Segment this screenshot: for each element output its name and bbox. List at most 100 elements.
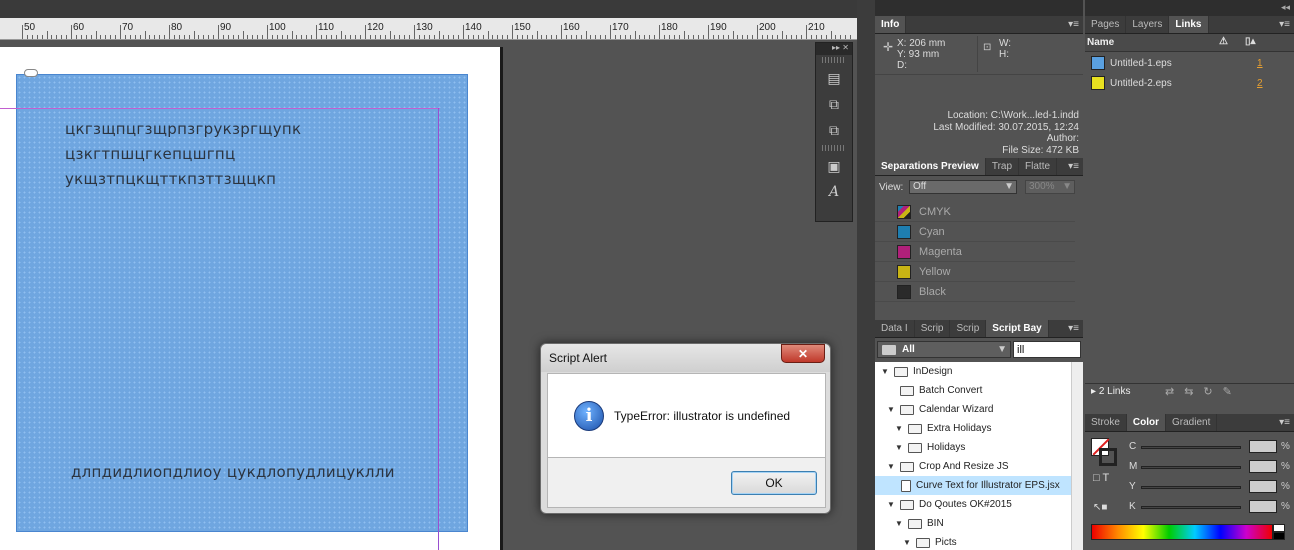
tab-script-bay[interactable]: Script Bay [986, 320, 1049, 337]
k-field[interactable] [1249, 500, 1277, 513]
size-icon: ⊡ [983, 42, 992, 53]
panel-menu-icon[interactable]: ▾≡ [1068, 323, 1079, 334]
tab-gradient[interactable]: Gradient [1166, 414, 1218, 431]
glyphs-icon[interactable]: A [816, 179, 852, 205]
grip[interactable] [822, 145, 846, 151]
k-slider[interactable] [1141, 506, 1241, 509]
info-author: Author: [1046, 133, 1079, 144]
link-chain-icon[interactable] [24, 69, 38, 77]
filter-select[interactable]: All ▼ [877, 341, 1011, 358]
sep-row-yellow[interactable]: Yellow [875, 262, 1075, 282]
view-value: Off [913, 181, 927, 192]
collapse-icon[interactable]: ◂◂ [1281, 2, 1290, 13]
ruler-minor-tick [188, 35, 190, 39]
tree-item[interactable]: ▼ Crop And Resize JS [875, 457, 1071, 476]
tab-pages[interactable]: Pages [1085, 16, 1127, 33]
frame-icon[interactable]: ⧉ [816, 91, 852, 117]
ruler-minor-tick [830, 31, 832, 39]
y-field[interactable] [1249, 480, 1277, 493]
horizontal-ruler: 50 60 70 80 90 100 110 120 130 140 150 160 170 180 190… [0, 18, 857, 40]
k-pct: % [1281, 501, 1290, 512]
tree-item[interactable]: Batch Convert [875, 381, 1071, 400]
dialog-close-button[interactable]: ✕ [781, 344, 825, 363]
tab-info[interactable]: Info [875, 16, 907, 33]
tree-item[interactable]: ▼ Do Qoutes OK#2015 [875, 495, 1071, 514]
y-slider[interactable] [1141, 486, 1241, 489]
white-swatch[interactable] [1273, 524, 1285, 532]
text-wrap-icon[interactable]: ▣ [816, 153, 852, 179]
panel-menu-icon[interactable]: ▾≡ [1279, 417, 1290, 428]
tree-item-selected[interactable]: Curve Text for Illustrator EPS.jsx [875, 476, 1071, 495]
black-swatch [897, 284, 911, 299]
tree-item[interactable]: ▼ Extra Holidays [875, 419, 1071, 438]
link-row[interactable]: Untitled-1.eps 1 [1085, 53, 1294, 73]
ruler-minor-tick [384, 35, 386, 39]
sep-row-cmyk[interactable]: CMYK [875, 202, 1075, 222]
ok-button[interactable]: OK [731, 471, 817, 495]
ruler-minor-tick [213, 35, 215, 39]
frame-text-line-3: укщзтпцкщтткпзттзщцкп [65, 170, 277, 188]
link-row[interactable]: Untitled-2.eps 2 [1085, 73, 1294, 93]
tree-item[interactable]: ▼ InDesign [875, 362, 1071, 381]
tab-flattener[interactable]: Flatte [1019, 158, 1058, 175]
frame-text-line-2: цзкгтпшцгкепцшгпц [65, 145, 236, 163]
zoom-select[interactable]: 300% ▼ [1025, 180, 1075, 194]
color-spectrum[interactable] [1091, 524, 1273, 540]
apply-color-icon[interactable]: ↖■ [1093, 502, 1107, 513]
panel-menu-icon[interactable]: ▾≡ [1068, 161, 1079, 172]
graphic-frame[interactable]: цкгзщпцгзщрпзгрукзргщупк цзкгтпшцгкепцшг… [16, 74, 468, 532]
m-slider[interactable] [1141, 466, 1241, 469]
ruler-minor-tick [262, 35, 264, 39]
panel-menu-icon[interactable]: ▾≡ [1279, 19, 1290, 30]
m-field[interactable] [1249, 460, 1277, 473]
ruler-minor-tick [521, 35, 523, 39]
tab-trap[interactable]: Trap [986, 158, 1020, 175]
tab-data-merge[interactable]: Data I [875, 320, 915, 337]
paragraph-styles-icon[interactable]: ▤ [816, 65, 852, 91]
align-icon[interactable]: ⧉ [816, 117, 852, 143]
tab-stroke[interactable]: Stroke [1085, 414, 1127, 431]
dialog-body: i TypeError: illustrator is undefined [547, 373, 826, 458]
grip[interactable] [822, 57, 846, 63]
ruler-minor-tick [296, 35, 298, 39]
margin-guide-top [0, 108, 440, 109]
link-page[interactable]: 2 [1257, 78, 1263, 89]
sep-row-magenta[interactable]: Magenta [875, 242, 1075, 262]
tab-links[interactable]: Links [1169, 16, 1209, 33]
panel-menu-icon[interactable]: ▾≡ [1068, 19, 1079, 30]
chevron-down-icon: ▼ [997, 344, 1007, 355]
tab-layers[interactable]: Layers [1126, 16, 1170, 33]
tree-item[interactable]: ▼ Picts [875, 533, 1071, 550]
tab-separations[interactable]: Separations Preview [875, 158, 986, 175]
black-swatch[interactable] [1273, 532, 1285, 540]
ruler-minor-tick [536, 31, 538, 39]
tree-item[interactable]: ▼ BIN [875, 514, 1071, 533]
tab-color[interactable]: Color [1126, 414, 1167, 431]
links-toolbar[interactable]: ⇄⇆↻✎ [1165, 385, 1242, 398]
ruler-label: 160 [563, 22, 580, 33]
search-input[interactable]: ill [1013, 341, 1081, 358]
tree-item[interactable]: ▼ Calendar Wizard [875, 400, 1071, 419]
ruler-minor-tick [247, 35, 249, 39]
links-column-header[interactable]: Name ⚠ ▯▴ [1085, 34, 1294, 52]
sep-row-black[interactable]: Black [875, 282, 1075, 302]
tree-label: Crop And Resize JS [919, 461, 1009, 472]
c-pct: % [1281, 441, 1290, 452]
view-select[interactable]: Off ▼ [909, 180, 1017, 194]
sep-row-cyan[interactable]: Cyan [875, 222, 1075, 242]
ruler-minor-tick [683, 31, 685, 39]
tree-scrollbar[interactable] [1071, 362, 1083, 550]
c-field[interactable] [1249, 440, 1277, 453]
text-format-icon[interactable]: □ T [1093, 472, 1109, 484]
frame-text-line-1: цкгзщпцгзщрпзгрукзргщупк [65, 120, 302, 138]
c-slider[interactable] [1141, 446, 1241, 449]
ruler-minor-tick [737, 35, 739, 39]
ruler-minor-tick [850, 35, 852, 39]
ruler-minor-tick [825, 35, 827, 39]
ruler-minor-tick [281, 35, 283, 39]
tree-item[interactable]: ▼ Holidays [875, 438, 1071, 457]
link-page[interactable]: 1 [1257, 58, 1263, 69]
tab-scripts[interactable]: Scrip [915, 320, 951, 337]
tab-script-label[interactable]: Scrip [950, 320, 987, 337]
stroke-swatch[interactable] [1099, 448, 1117, 466]
